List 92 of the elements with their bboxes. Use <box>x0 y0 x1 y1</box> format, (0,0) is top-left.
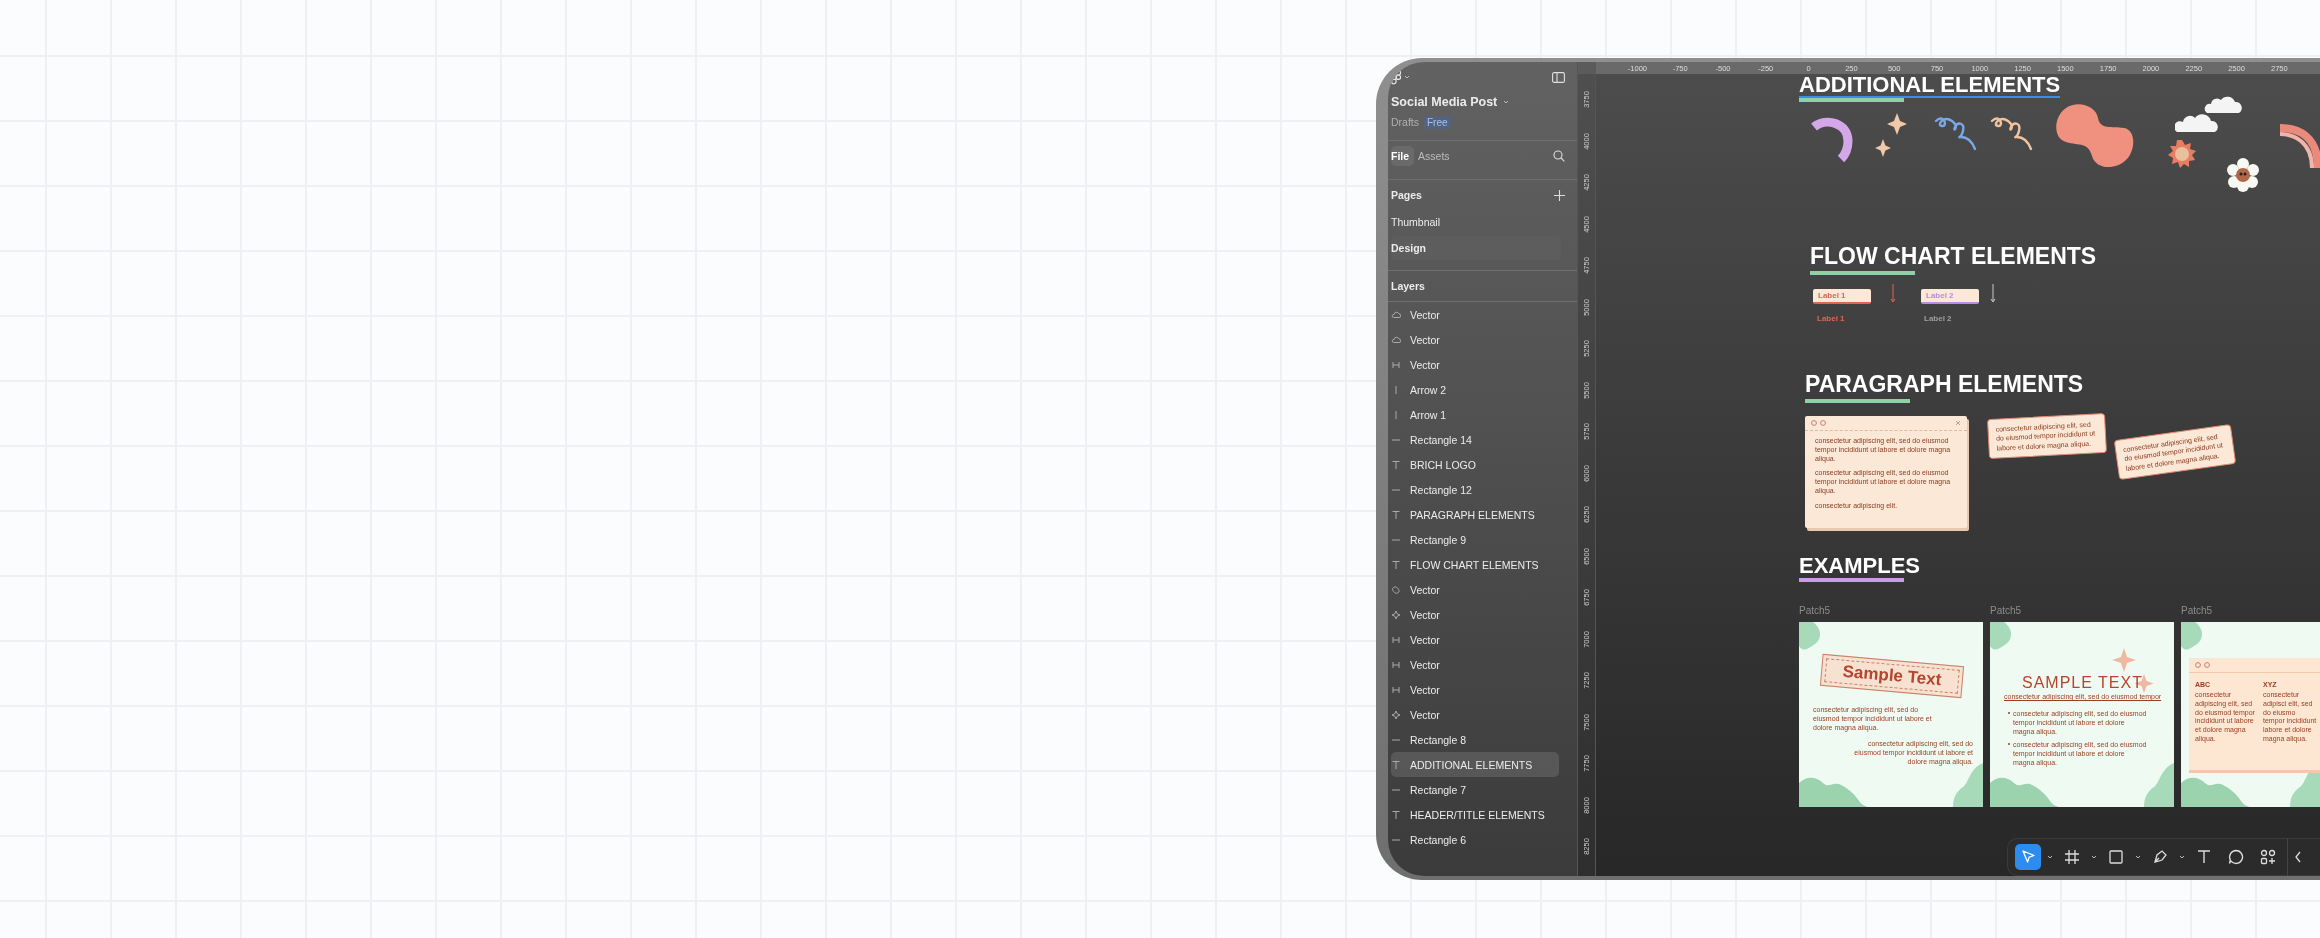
layer-item[interactable]: Rectangle 14 <box>1391 427 1559 452</box>
title-text: SAMPLE TEXT <box>2022 674 2143 692</box>
layer-item[interactable]: Rectangle 6 <box>1391 827 1559 852</box>
cloud-sticker[interactable] <box>2175 95 2245 132</box>
sidebar-tab[interactable]: Assets <box>1418 146 1455 166</box>
watercolor-splotch <box>1799 622 1821 650</box>
arrow-icon[interactable] <box>1990 284 1996 304</box>
sparkle-icon <box>1391 609 1401 620</box>
plus-icon[interactable] <box>1554 189 1565 201</box>
layer-item[interactable]: PARAGRAPH ELEMENTS <box>1391 502 1559 527</box>
text-icon <box>1391 759 1401 770</box>
design-canvas[interactable] <box>1596 74 2320 876</box>
frame-label[interactable]: Patch5 <box>2181 605 2213 616</box>
caret-icon[interactable] <box>1503 100 1510 104</box>
plan-badge: Free <box>1424 115 1451 129</box>
layer-item[interactable]: HEADER/TITLE ELEMENTS <box>1391 802 1559 827</box>
path-icon <box>1391 659 1401 670</box>
section-heading[interactable]: FLOW CHART ELEMENTS <box>1810 245 2097 268</box>
path-icon <box>1391 359 1401 370</box>
pen-icon <box>2151 848 2169 866</box>
blob-sticker[interactable] <box>2056 102 2136 168</box>
page-item[interactable]: Thumbnail <box>1391 210 1561 234</box>
layer-item[interactable]: Vector <box>1391 627 1559 652</box>
watercolor-splotch <box>2181 622 2203 650</box>
layer-item[interactable]: Vector <box>1391 302 1559 327</box>
text-icon <box>1391 459 1401 470</box>
cloud-icon <box>1391 309 1401 320</box>
section-heading[interactable]: PARAGRAPH ELEMENTS <box>1805 373 2084 396</box>
caret-icon[interactable] <box>2047 855 2053 859</box>
layer-item[interactable]: Rectangle 7 <box>1391 777 1559 802</box>
cursor-icon <box>2019 848 2037 866</box>
layer-item[interactable]: Vector <box>1391 652 1559 677</box>
file-title[interactable]: Social Media Post <box>1391 95 1498 109</box>
layer-item[interactable]: Rectangle 9 <box>1391 527 1559 552</box>
layer-item[interactable]: BRICH LOGO <box>1391 452 1559 477</box>
layer-item[interactable]: ADDITIONAL ELEMENTS <box>1391 752 1559 777</box>
layer-item[interactable]: Vector <box>1391 602 1559 627</box>
sun-sticker[interactable] <box>2168 140 2196 168</box>
caret-icon[interactable] <box>2179 855 2185 859</box>
arrow-icon[interactable] <box>1890 284 1896 304</box>
layer-item[interactable]: Arrow 1 <box>1391 402 1559 427</box>
section-label: Layers <box>1391 280 1425 292</box>
section-heading[interactable]: EXAMPLES <box>1799 555 1921 577</box>
text-icon <box>1391 559 1401 570</box>
layer-item[interactable]: Vector <box>1391 702 1559 727</box>
design-frame[interactable] <box>1799 622 1983 807</box>
panel-toggle-icon[interactable] <box>1552 71 1565 83</box>
flower-sticker[interactable] <box>2226 158 2260 192</box>
circle-icon <box>1820 420 1826 426</box>
sidebar-tab[interactable]: File <box>1391 146 1415 166</box>
design-frame[interactable] <box>1990 622 2174 807</box>
search-icon[interactable] <box>1553 150 1565 162</box>
logo-icon[interactable] <box>1391 69 1401 85</box>
page-item[interactable]: Design <box>1391 236 1561 260</box>
layer-item[interactable]: Arrow 2 <box>1391 377 1559 402</box>
circle-icon <box>2204 662 2210 668</box>
caret-icon[interactable] <box>1404 75 1410 79</box>
section-label: Pages <box>1391 189 1422 201</box>
layer-item[interactable]: FLOW CHART ELEMENTS <box>1391 552 1559 577</box>
caret-icon[interactable] <box>2135 855 2141 859</box>
close-icon <box>1955 420 1961 426</box>
layer-item[interactable]: Vector <box>1391 677 1559 702</box>
layer-item[interactable]: Vector <box>1391 577 1559 602</box>
path-icon <box>1391 634 1401 645</box>
square-icon <box>2107 848 2125 866</box>
watercolor-splotch <box>2144 763 2174 807</box>
tool-button[interactable] <box>2015 844 2041 870</box>
sparkle-icon <box>1391 709 1401 720</box>
blob-icon <box>1391 584 1401 595</box>
chevron-left-icon[interactable] <box>2294 851 2302 863</box>
circle-icon <box>2195 662 2201 668</box>
layer-item[interactable]: Rectangle 8 <box>1391 727 1559 752</box>
flow-label: Label 2 <box>1924 314 1952 323</box>
text-card[interactable] <box>1805 416 1967 528</box>
layer-item[interactable]: Vector <box>1391 327 1559 352</box>
text-icon <box>1391 809 1401 820</box>
frame-label[interactable]: Patch5 <box>1799 605 1831 616</box>
layer-item[interactable]: Rectangle 12 <box>1391 477 1559 502</box>
circle-icon <box>1811 420 1817 426</box>
layer-item[interactable]: Vector <box>1391 352 1559 377</box>
frame-label[interactable]: Patch5 <box>1990 605 2022 616</box>
ticket-label: Sample Text <box>1819 653 1965 699</box>
flow-label: Label 1 <box>1817 314 1845 323</box>
components-icon <box>2259 848 2277 866</box>
cloud-icon <box>1391 334 1401 345</box>
watercolor-splotch <box>1990 622 2012 650</box>
caret-icon[interactable] <box>2091 855 2097 859</box>
frame-icon <box>2063 848 2081 866</box>
text-icon <box>1391 509 1401 520</box>
speech-bubble-icon <box>2227 848 2245 866</box>
text-icon <box>2195 848 2213 866</box>
path-icon <box>1391 684 1401 695</box>
